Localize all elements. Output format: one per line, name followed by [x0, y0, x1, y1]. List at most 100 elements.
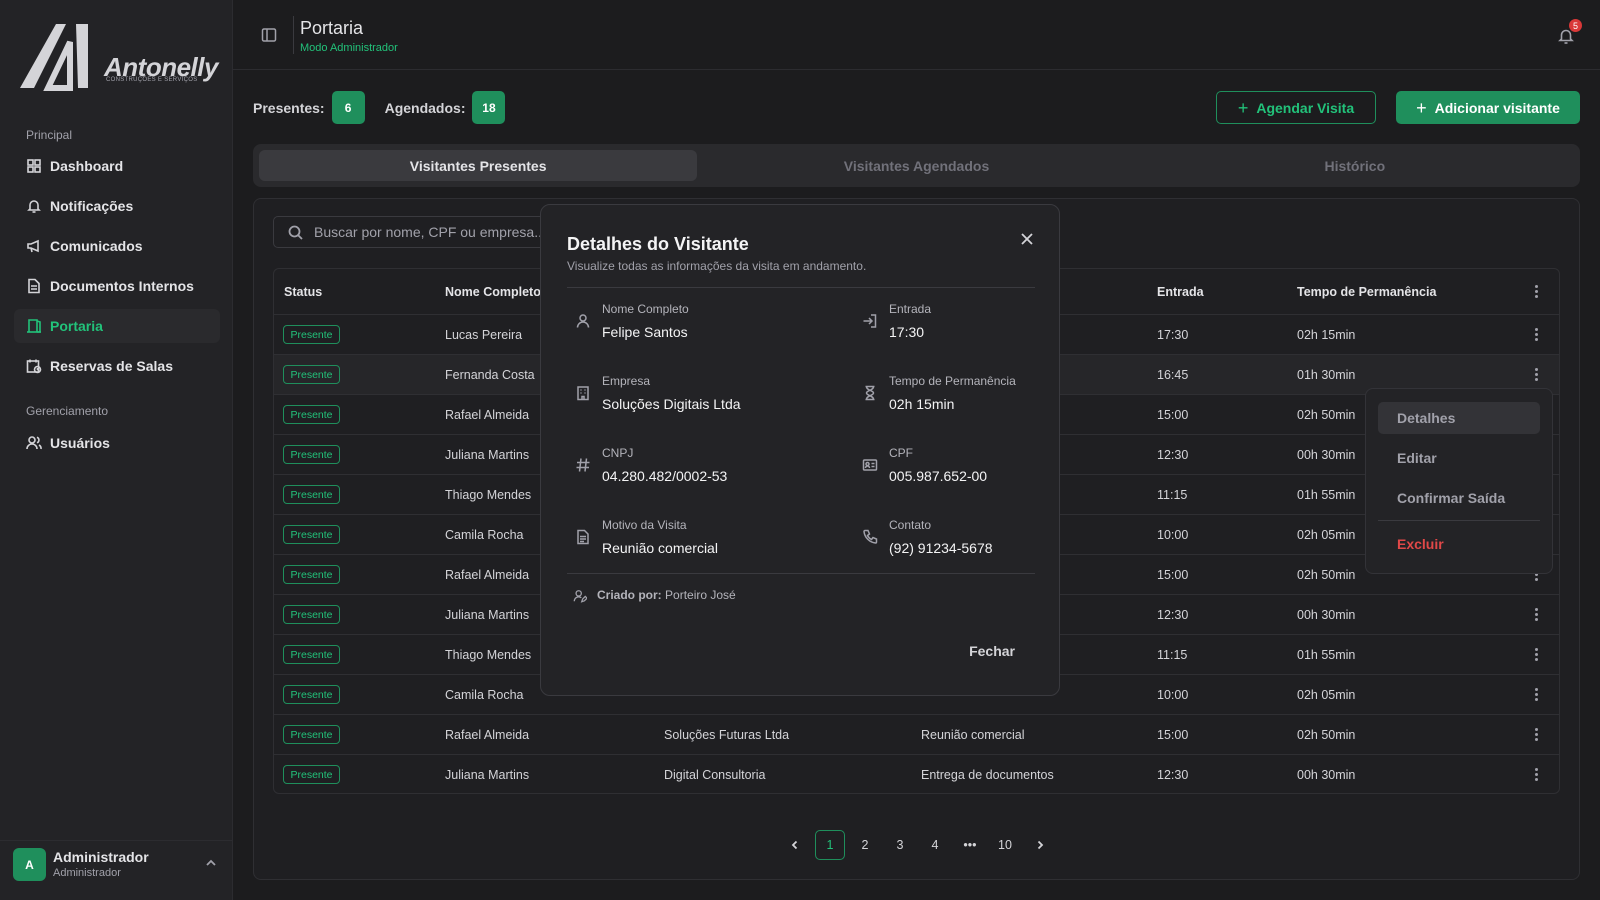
document-icon [28, 278, 40, 294]
page-button-2[interactable]: 2 [850, 830, 880, 860]
tab-visitantes-presentes[interactable]: Visitantes Presentes [259, 150, 698, 181]
sidebar-item-label: Notificações [50, 198, 134, 214]
next-page-button[interactable] [1025, 830, 1055, 860]
sidebar-item-comunicados[interactable]: Comunicados [14, 229, 220, 263]
field-label-contact: Contato [889, 518, 932, 532]
row-menu-icon[interactable] [1535, 688, 1539, 702]
page-ellipsis: ••• [963, 838, 977, 852]
status-badge: Presente [283, 445, 340, 464]
building-icon [577, 386, 589, 401]
row-menu-icon[interactable] [1535, 608, 1539, 622]
stay-duration: 01h 55min [1297, 648, 1356, 662]
plus-icon: + [1237, 97, 1249, 118]
dashboard-icon [27, 159, 41, 173]
close-button[interactable]: Fechar [969, 643, 1015, 659]
visitor-name: Thiago Mendes [445, 488, 532, 502]
brand-logo[interactable]: Antonelly CONSTRUÇÕES E SERVIÇOS [18, 20, 218, 92]
row-menu-icon[interactable] [1535, 648, 1539, 662]
sidebar-item-label: Dashboard [50, 158, 124, 174]
chevron-left-icon [791, 840, 798, 850]
visitor-name: Camila Rocha [445, 688, 524, 702]
schedule-visit-label: Agendar Visita [1256, 99, 1355, 116]
stay-duration: 02h 15min [1297, 328, 1356, 342]
user-menu[interactable]: A Administrador Administrador [0, 840, 233, 900]
field-value-company: Soluções Digitais Ltda [602, 396, 741, 412]
phone-icon [863, 529, 878, 544]
visitor-name: Lucas Pereira [445, 328, 523, 342]
status-badge: Presente [283, 565, 340, 584]
status-badge: Presente [283, 605, 340, 624]
chevron-right-icon [1037, 840, 1044, 850]
visitor-name: Rafael Almeida [445, 408, 530, 422]
search-icon [288, 225, 303, 240]
id-card-icon [862, 459, 878, 471]
table-row[interactable]: Presente Juliana Martins Digital Consultor… [274, 755, 1559, 793]
sidebar-item-documentos[interactable]: Documentos Internos [14, 269, 220, 303]
sidebar: Antonelly CONSTRUÇÕES E SERVIÇOS Princip… [0, 0, 233, 900]
created-by-label: Criado por: [597, 588, 662, 602]
field-value-name: Felipe Santos [602, 324, 688, 340]
schedule-visit-button[interactable]: + Agendar Visita [1216, 91, 1376, 124]
status-badge: Presente [283, 525, 340, 544]
table-row[interactable]: Presente Rafael Almeida Soluções Futuras L… [274, 715, 1559, 755]
prev-page-button[interactable] [780, 830, 810, 860]
row-menu-icon[interactable] [1535, 328, 1539, 342]
row-menu-icon[interactable] [1535, 368, 1539, 382]
column-menu-icon[interactable] [1535, 285, 1539, 299]
door-icon [27, 319, 41, 333]
sidebar-item-dashboard[interactable]: Dashboard [14, 149, 220, 183]
search-input[interactable]: Buscar por nome, CPF ou empresa... [273, 216, 573, 248]
avatar: A [13, 848, 46, 881]
user-edit-icon [573, 590, 587, 603]
row-menu-icon[interactable] [1535, 768, 1539, 782]
field-label-reason: Motivo da Visita [602, 518, 687, 532]
add-visitor-button[interactable]: + Adicionar visitante [1396, 91, 1580, 124]
row-menu-icon[interactable] [1535, 728, 1539, 742]
sidebar-item-notificacoes[interactable]: Notificações [14, 189, 220, 223]
stay-duration: 00h 30min [1297, 768, 1356, 782]
page-button-3[interactable]: 3 [885, 830, 915, 860]
modal-title: Detalhes do Visitante [567, 234, 749, 254]
entry-time: 11:15 [1157, 648, 1188, 662]
entry-time: 15:00 [1157, 568, 1189, 582]
stay-duration: 02h 50min [1297, 408, 1356, 422]
entry-time: 15:00 [1157, 728, 1189, 742]
hourglass-icon [865, 385, 875, 401]
field-label-duration: Tempo de Permanência [889, 374, 1016, 388]
sidebar-item-portaria[interactable]: Portaria [14, 309, 220, 343]
page-button-1[interactable]: 1 [815, 830, 845, 860]
row-context-menu: Detalhes Editar Confirmar Saída Excluir [1365, 388, 1553, 574]
visitor-company: Digital Consultoria [664, 768, 766, 782]
menu-item-edit[interactable]: Editar [1378, 442, 1540, 474]
tab-historico[interactable]: Histórico [1136, 150, 1574, 181]
menu-item-confirm-exit[interactable]: Confirmar Saída [1378, 482, 1540, 514]
sidebar-item-reservas[interactable]: Reservas de Salas [14, 349, 220, 383]
entry-time: 12:30 [1157, 608, 1189, 622]
sidebar-item-usuarios[interactable]: Usuários [14, 426, 220, 460]
field-label-cnpj: CNPJ [602, 446, 634, 460]
entry-time: 16:45 [1157, 368, 1189, 382]
sidebar-toggle-icon[interactable] [261, 27, 277, 43]
plus-icon: + [1416, 97, 1427, 118]
status-badge: Presente [283, 365, 340, 384]
page-button-10[interactable]: 10 [990, 830, 1020, 860]
visitor-name: Rafael Almeida [445, 568, 530, 582]
menu-item-delete[interactable]: Excluir [1378, 528, 1540, 560]
menu-item-details[interactable]: Detalhes [1378, 402, 1540, 434]
page-button-4[interactable]: 4 [920, 830, 950, 860]
column-header-name: Nome Completo [445, 285, 541, 299]
column-header-entry: Entrada [1157, 285, 1204, 299]
visit-reason: Reunião comercial [921, 728, 1025, 742]
stay-duration: 00h 30min [1297, 608, 1356, 622]
present-label: Presentes: [253, 99, 325, 116]
divider [567, 287, 1035, 288]
stay-duration: 02h 50min [1297, 728, 1356, 742]
tab-visitantes-agendados[interactable]: Visitantes Agendados [697, 150, 1135, 181]
status-badge: Presente [283, 325, 340, 344]
created-by: Criado por: Porteiro José [597, 588, 736, 602]
field-label-name: Nome Completo [602, 302, 689, 316]
close-icon[interactable] [1021, 233, 1033, 245]
nav-section-gerenciamento: Gerenciamento [26, 404, 109, 418]
pagination: 1 2 3 4 ••• 10 [780, 830, 1060, 860]
chevron-up-icon[interactable] [205, 857, 217, 869]
